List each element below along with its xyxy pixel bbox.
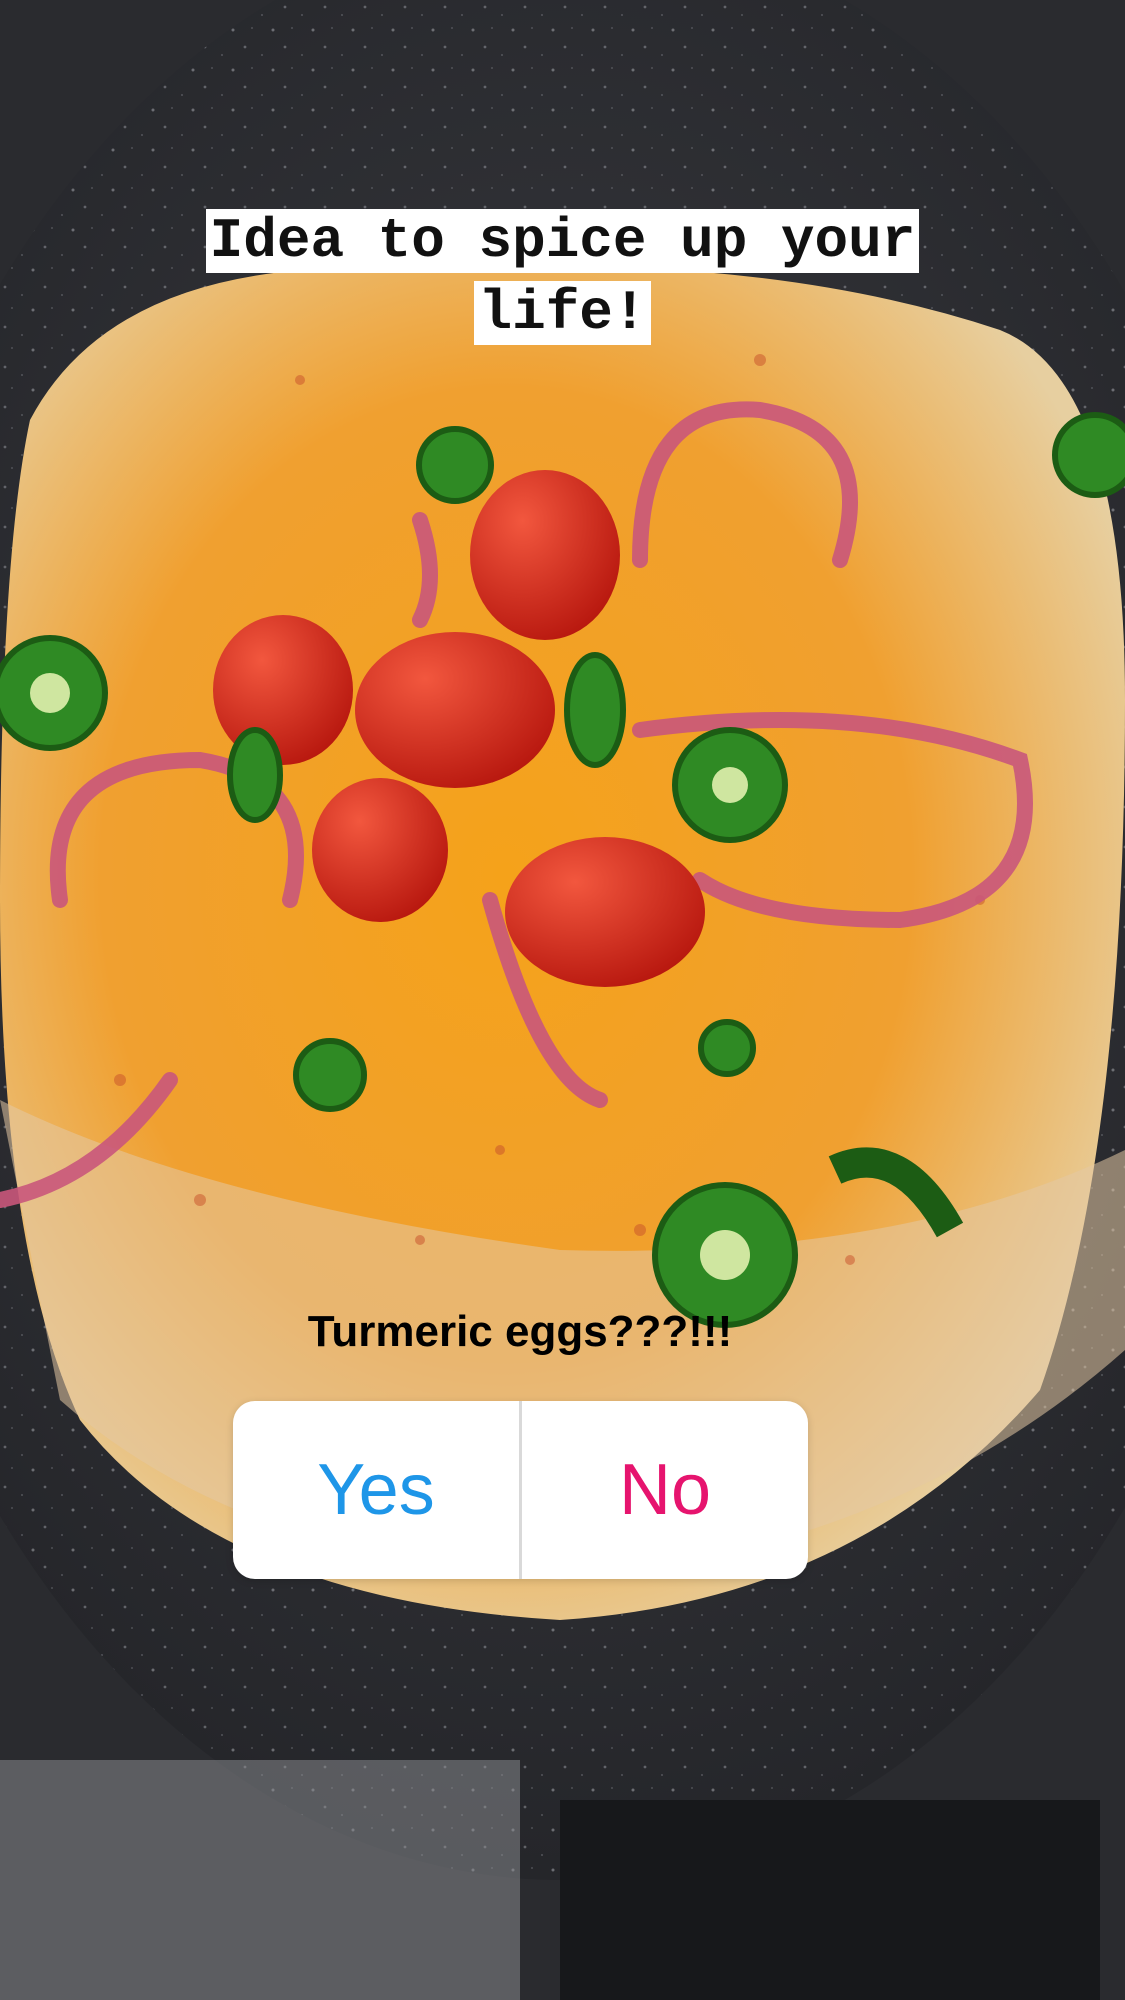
story-frame: Idea to spice up your life! Turmeric egg… (0, 0, 1125, 2000)
poll-question: Turmeric eggs???!!! (307, 1307, 733, 1356)
poll-option-no[interactable]: No (522, 1401, 808, 1579)
caption-line-2: life! (474, 281, 651, 345)
caption-line-1: Idea to spice up your (205, 209, 920, 273)
poll-sticker: Yes No (233, 1401, 808, 1579)
burner-grate (560, 1800, 1100, 2000)
poll-option-yes[interactable]: Yes (233, 1401, 519, 1579)
caption-text: Idea to spice up your life! (0, 205, 1125, 349)
